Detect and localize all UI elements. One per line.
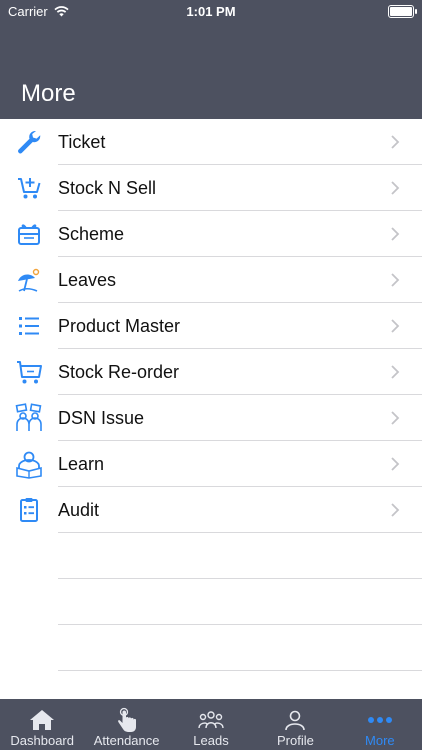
chevron-right-icon (391, 181, 400, 195)
gift-box-icon (0, 220, 58, 248)
tab-label: Leads (193, 733, 229, 748)
menu-item-label: Audit (58, 499, 100, 520)
menu-item-stock-n-sell[interactable]: Stock N Sell (0, 165, 422, 211)
menu-item-label: Leaves (58, 269, 117, 290)
nav-header: Carrier 1:01 PM More (0, 0, 422, 119)
cart-icon (0, 358, 58, 386)
menu-item-label: DSN Issue (58, 407, 145, 428)
battery-icon (388, 5, 417, 18)
menu-item-learn[interactable]: Learn (0, 441, 422, 487)
chevron-right-icon (391, 319, 400, 333)
chevron-right-icon (391, 135, 400, 149)
beach-umbrella-icon (0, 266, 58, 294)
menu-item-label: Stock Re-order (58, 361, 180, 382)
reader-icon (0, 449, 58, 479)
menu-item-dsn-issue[interactable]: DSN Issue (0, 395, 422, 441)
home-icon (29, 707, 55, 733)
cart-plus-icon (0, 174, 58, 202)
chevron-right-icon (391, 457, 400, 471)
menu-item-product-master[interactable]: Product Master (0, 303, 422, 349)
tab-bar: Dashboard Attendance Leads Profile More (0, 699, 422, 750)
list-icon (0, 312, 58, 340)
status-bar: Carrier 1:01 PM (0, 0, 422, 22)
menu-item-stock-re-order[interactable]: Stock Re-order (0, 349, 422, 395)
status-time: 1:01 PM (186, 4, 236, 19)
tab-dashboard[interactable]: Dashboard (0, 699, 84, 750)
empty-row (0, 533, 422, 579)
menu-item-label: Stock N Sell (58, 177, 157, 198)
menu-item-leaves[interactable]: Leaves (0, 257, 422, 303)
more-dots-icon (367, 707, 393, 733)
tab-profile[interactable]: Profile (253, 699, 337, 750)
clipboard-icon (0, 496, 58, 524)
menu-item-audit[interactable]: Audit (0, 487, 422, 533)
chevron-right-icon (391, 503, 400, 517)
menu-item-ticket[interactable]: Ticket (0, 119, 422, 165)
group-icon (198, 707, 224, 733)
wrench-icon (0, 128, 58, 156)
tab-label: Dashboard (10, 733, 74, 748)
tab-attendance[interactable]: Attendance (84, 699, 168, 750)
tab-label: Profile (276, 733, 314, 748)
hand-touch-icon (116, 707, 138, 733)
tab-label: Attendance (93, 733, 160, 748)
menu-item-label: Learn (58, 453, 105, 474)
people-issue-icon (0, 403, 58, 433)
menu-item-label: Product Master (58, 315, 181, 336)
menu-item-label: Scheme (58, 223, 125, 244)
menu-list: Ticket Stock N Sell Scheme Leaves Produc… (0, 119, 422, 671)
tab-more[interactable]: More (338, 699, 422, 750)
empty-row (0, 625, 422, 671)
empty-row (0, 579, 422, 625)
chevron-right-icon (391, 227, 400, 241)
page-title: More (21, 80, 76, 107)
chevron-right-icon (391, 273, 400, 287)
menu-item-scheme[interactable]: Scheme (0, 211, 422, 257)
chevron-right-icon (391, 365, 400, 379)
chevron-right-icon (391, 411, 400, 425)
menu-item-label: Ticket (58, 131, 106, 152)
tab-leads[interactable]: Leads (169, 699, 253, 750)
tab-label: More (365, 733, 395, 748)
person-icon (284, 707, 306, 733)
